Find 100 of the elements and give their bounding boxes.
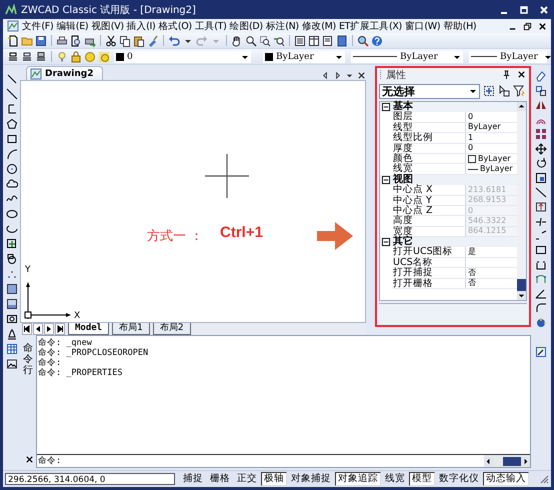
last-tab-icon[interactable]	[55, 323, 65, 335]
gradient-icon[interactable]	[6, 298, 18, 310]
status-toggle[interactable]: 正交	[234, 472, 260, 486]
status-toggle[interactable]: 动态输入	[483, 472, 529, 486]
layer-previous-icon[interactable]	[21, 50, 33, 62]
status-toggle[interactable]: 捕捉	[180, 472, 206, 486]
table-icon[interactable]	[6, 343, 18, 355]
sun-square-icon[interactable]	[98, 50, 110, 62]
collapse-icon[interactable]	[382, 103, 390, 112]
cloud-icon[interactable]	[6, 178, 18, 190]
line-icon[interactable]	[6, 73, 18, 85]
status-toggle[interactable]: 对象追踪	[335, 472, 381, 486]
filter-icon[interactable]	[513, 85, 525, 97]
scroll-right-icon[interactable]	[521, 456, 530, 466]
explode-icon[interactable]	[535, 316, 547, 328]
eraser-icon[interactable]	[535, 70, 547, 82]
zoom-icon[interactable]	[245, 34, 257, 46]
layer-stack-icon[interactable]	[7, 50, 19, 62]
lightbulb-icon[interactable]	[56, 50, 68, 62]
collapse-icon[interactable]	[382, 176, 390, 184]
layer-state-icon[interactable]	[35, 50, 47, 62]
document-tab[interactable]: Drawing2	[26, 66, 102, 80]
drawing-canvas[interactable]: 方式一 ： Ctrl+1 Y X	[20, 80, 366, 323]
block-icon[interactable]	[6, 253, 18, 265]
close-icon[interactable]	[357, 71, 366, 80]
break-icon[interactable]	[535, 230, 547, 242]
extend-icon[interactable]	[535, 215, 547, 227]
scroll-left-icon[interactable]	[484, 456, 493, 466]
magic-wand-icon[interactable]	[535, 346, 547, 358]
menu-item[interactable]: 视图(V)	[91, 20, 124, 32]
hand-icon[interactable]	[231, 34, 243, 46]
paste-icon[interactable]	[133, 34, 145, 46]
menu-item[interactable]: 插入(I)	[126, 20, 156, 32]
menu-item[interactable]: 修改(M)	[302, 20, 336, 32]
undo-icon[interactable]	[168, 34, 180, 46]
scroll-left-icon[interactable]	[321, 71, 330, 80]
bracket-icon[interactable]	[535, 258, 547, 270]
status-toggle[interactable]: 对象捕捉	[288, 472, 334, 486]
linetype-dropdown[interactable]: ByLayer	[351, 50, 463, 62]
layout-tab[interactable]: Model	[68, 323, 110, 335]
document-logo-icon[interactable]	[7, 20, 19, 32]
scroll-up-icon[interactable]	[517, 102, 526, 111]
property-value[interactable]: 否	[468, 268, 476, 278]
menu-item[interactable]: 编辑(E)	[56, 20, 88, 32]
resize-grip-icon[interactable]	[539, 474, 549, 484]
array-icon[interactable]	[535, 128, 547, 140]
zoom-window-icon[interactable]	[259, 34, 271, 46]
panel-icon[interactable]	[336, 34, 348, 46]
fillet-icon[interactable]	[535, 302, 547, 314]
scroll-thumb[interactable]	[517, 279, 526, 291]
move-icon[interactable]	[535, 142, 547, 154]
search-icon[interactable]	[357, 34, 369, 46]
menu-item[interactable]: 工具(T)	[194, 20, 227, 32]
close-icon[interactable]	[25, 455, 34, 464]
brush-icon[interactable]	[147, 34, 159, 46]
printer-icon[interactable]	[56, 34, 68, 46]
copy-icon[interactable]	[535, 84, 547, 96]
menu-item[interactable]: 窗口(W)	[404, 20, 440, 32]
rectangle-icon[interactable]	[6, 133, 18, 145]
layer-dropdown[interactable]: 0	[114, 50, 251, 62]
ellipse-icon[interactable]	[6, 208, 18, 220]
selection-dropdown[interactable]: 无选择	[379, 84, 480, 98]
restore-icon[interactable]	[523, 22, 532, 30]
status-toggle[interactable]: 模型	[409, 472, 435, 486]
property-value[interactable]: 是	[468, 247, 476, 258]
property-value[interactable]: ByLayer	[480, 164, 513, 174]
region-icon[interactable]	[6, 313, 18, 325]
property-value[interactable]: ByLayer	[478, 154, 511, 164]
padlock-icon[interactable]	[70, 50, 82, 62]
document-list-icon[interactable]	[294, 34, 306, 46]
menu-item[interactable]: ET扩展工具(X)	[338, 20, 402, 32]
scrollbar[interactable]	[484, 455, 530, 467]
scale-icon[interactable]	[535, 172, 547, 184]
select-objects-icon[interactable]	[498, 85, 510, 97]
property-value[interactable]: ByLayer	[468, 122, 501, 132]
save-icon[interactable]	[35, 34, 47, 46]
scissors-icon[interactable]	[105, 34, 117, 46]
scroll-right-icon[interactable]	[333, 71, 342, 80]
circle-icon[interactable]	[6, 163, 18, 175]
hatch-icon[interactable]	[6, 283, 18, 295]
layout-tab[interactable]: 布局2	[152, 323, 191, 335]
sun-icon[interactable]	[84, 50, 96, 62]
polyline-icon[interactable]	[6, 103, 18, 115]
property-value[interactable]: 0	[468, 143, 474, 154]
image-icon[interactable]	[6, 358, 18, 370]
arc-icon[interactable]	[6, 148, 18, 160]
collapse-icon[interactable]	[382, 238, 390, 246]
quick-select-icon[interactable]	[483, 85, 495, 97]
color-dropdown[interactable]: ByLayer	[263, 50, 345, 62]
menu-item[interactable]: 标注(N)	[266, 20, 299, 32]
block-insert-icon[interactable]	[6, 238, 18, 250]
menu-item[interactable]: 格式(O)	[158, 20, 192, 32]
scroll-thumb[interactable]	[503, 456, 521, 466]
print-preview-icon[interactable]	[70, 34, 82, 46]
notepad-icon[interactable]	[322, 34, 334, 46]
pin-icon[interactable]	[502, 70, 511, 79]
join-icon[interactable]	[535, 273, 547, 285]
menu-item[interactable]: 文件(F)	[22, 20, 54, 32]
scroll-down-icon[interactable]	[517, 291, 526, 300]
status-toggle[interactable]: 数字化仪	[436, 472, 482, 486]
